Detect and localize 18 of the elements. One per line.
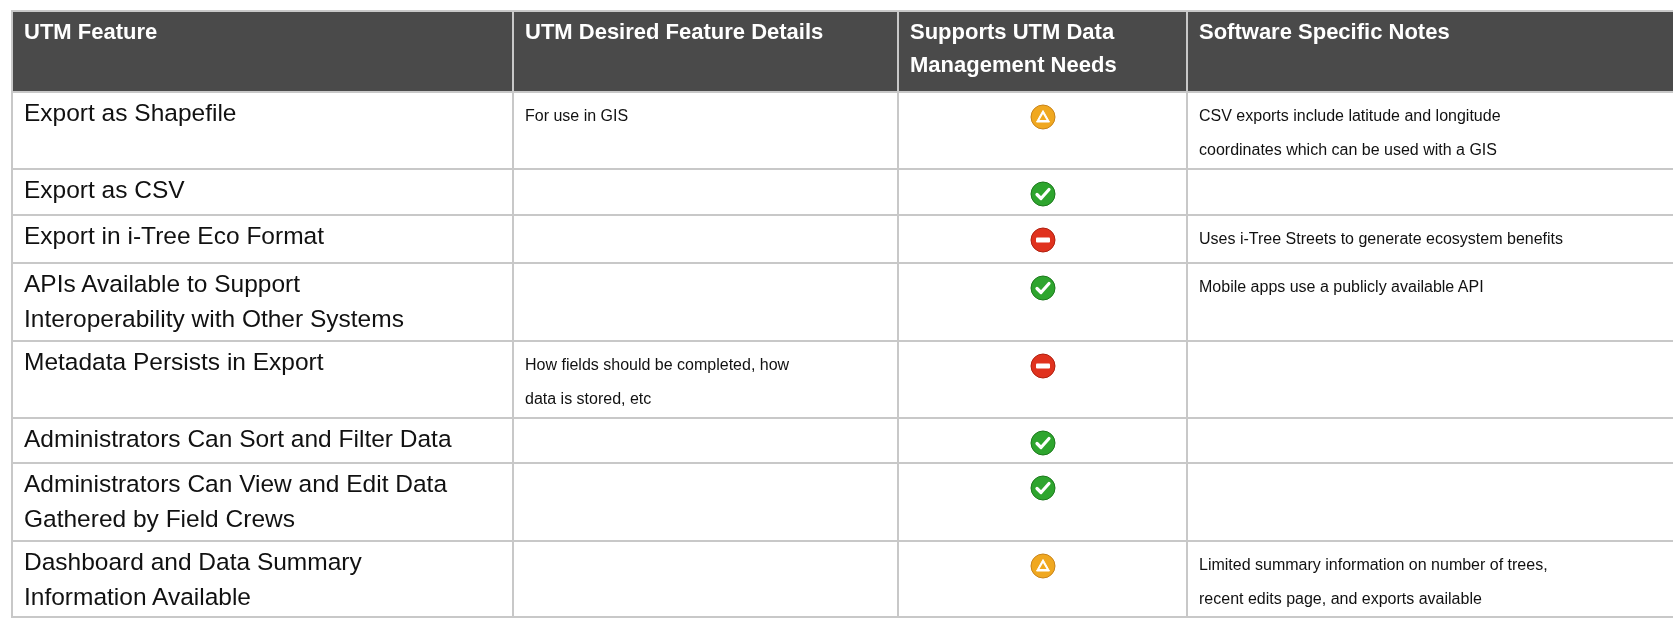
- feature-cell: APIs Available to Support Interoperability with Other Systems: [24, 270, 404, 332]
- notes-cell-text: Mobile apps use a publicly available API: [1199, 277, 1485, 297]
- column-header: UTM Feature: [12, 11, 513, 92]
- feature-cell: Export in i-Tree Eco Format: [24, 222, 324, 249]
- feature-cell: Export as CSV: [24, 176, 185, 203]
- feature-cell: Export as Shapefile: [24, 99, 237, 126]
- feature-cell: Administrators Can Sort and Filter Data: [24, 425, 452, 452]
- column-header: Supports UTM Data Management Needs: [898, 11, 1187, 92]
- details-cell-text: How fields should be completed, how data is stored, etc: [525, 355, 791, 409]
- notes-cell-text: Limited summary information on number of trees, recent edits page, and exports available: [1199, 555, 1549, 609]
- notes-cell-text: CSV exports include latitude and longitude coordinates which can be used with a GIS: [1199, 106, 1502, 160]
- feature-cell: Administrators Can View and Edit Data Gathered by Field Crews: [24, 470, 448, 532]
- feature-cell: Dashboard and Data Summary Information Available: [24, 548, 362, 610]
- column-header: Software Specific Notes: [1187, 11, 1673, 92]
- column-header: UTM Desired Feature Details: [513, 11, 898, 92]
- feature-cell: Metadata Persists in Export: [24, 348, 324, 375]
- details-cell-text: For use in GIS: [525, 106, 630, 126]
- notes-cell-text: Uses i-Tree Streets to generate ecosystem benefits: [1199, 229, 1564, 249]
